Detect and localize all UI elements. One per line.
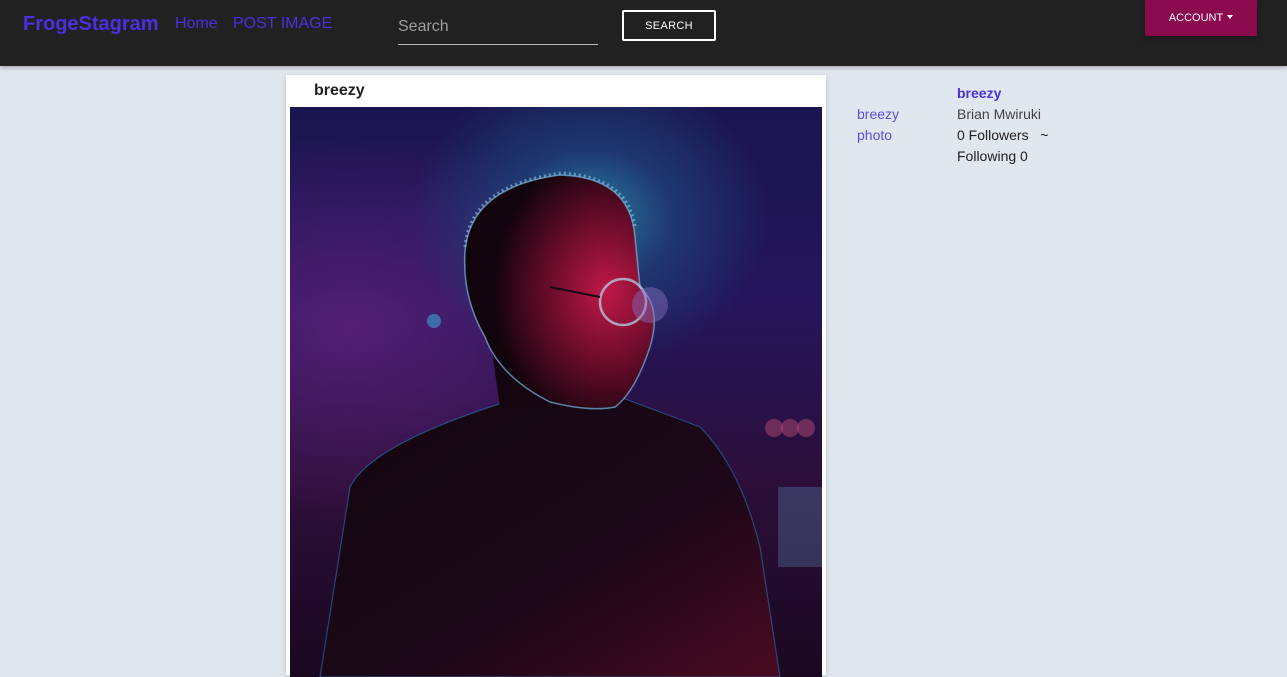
search-button[interactable]: SEARCH bbox=[622, 10, 716, 41]
search-input[interactable] bbox=[398, 10, 598, 44]
navbar: FrogeStagram Home POST IMAGE SEARCH ACCO… bbox=[0, 0, 1287, 66]
profile-full-name: Brian Mwiruki bbox=[957, 106, 1042, 122]
account-label: ACCOUNT bbox=[1168, 12, 1224, 24]
account-dropdown-button[interactable]: ACCOUNT bbox=[1145, 0, 1257, 36]
profile-username[interactable]: breezy bbox=[957, 85, 1001, 101]
post-image[interactable] bbox=[290, 107, 822, 677]
brand-logo[interactable]: FrogeStagram bbox=[23, 13, 159, 36]
post-username[interactable]: breezy bbox=[314, 82, 365, 100]
search-field bbox=[398, 10, 598, 45]
profile-following: Following 0 bbox=[957, 148, 1028, 164]
post-card: breezy bbox=[286, 75, 826, 677]
nav-link-post-image[interactable]: POST IMAGE bbox=[233, 15, 332, 33]
profile-photo-broken-image[interactable]: breezy photo bbox=[857, 104, 937, 146]
nav-link-home[interactable]: Home bbox=[175, 15, 218, 33]
caret-down-icon bbox=[1227, 15, 1234, 19]
profile-followers: 0 Followers ~ bbox=[957, 127, 1049, 143]
portrait-photo-illustration bbox=[319, 171, 822, 677]
